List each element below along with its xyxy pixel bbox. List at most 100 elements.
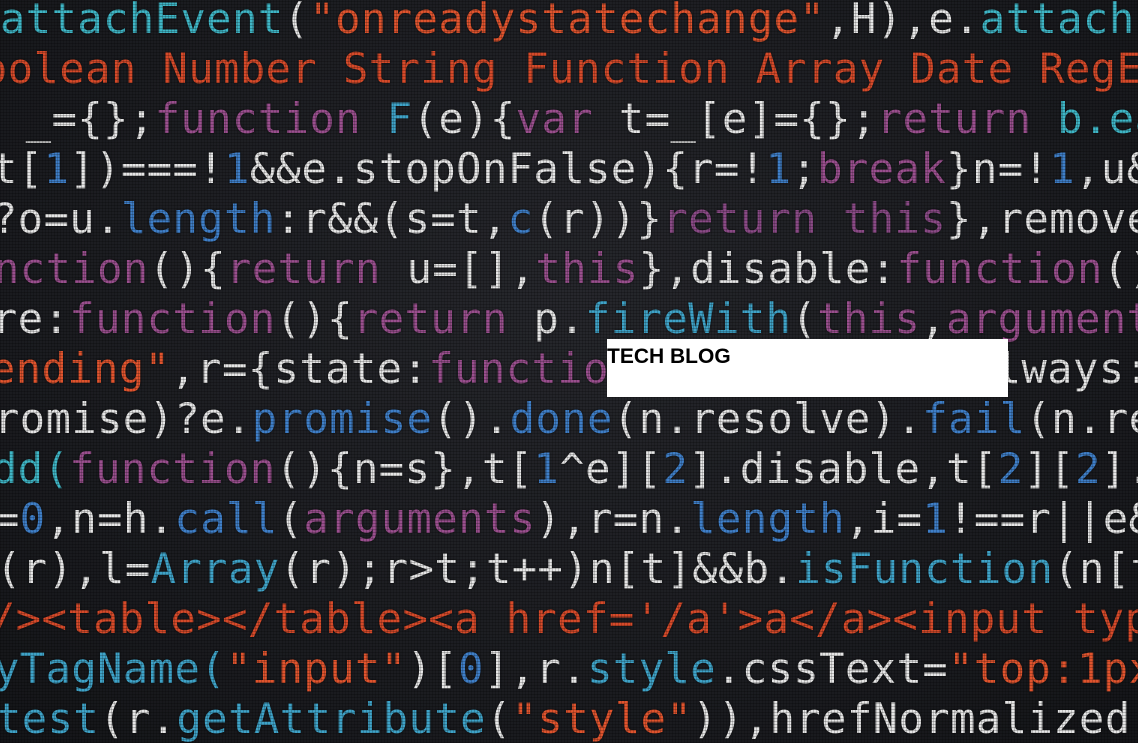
code-token: (e){	[412, 94, 516, 143]
code-token: 2	[997, 444, 1024, 493]
code-token: ,r={state:	[170, 344, 429, 393]
code-token: (){	[148, 244, 227, 293]
code-token: return	[353, 294, 534, 343]
code-token: t[	[0, 144, 44, 193]
code-line: attachEvent("onreadystatechange",H),e.at…	[0, 0, 1138, 44]
code-token: "input"	[226, 644, 407, 693]
code-token: .cssText=	[716, 644, 949, 693]
code-token: function	[69, 294, 276, 343]
code-token: "style"	[511, 694, 693, 743]
code-token: 2	[662, 444, 689, 493]
code-token: ,n=h.	[45, 494, 175, 543]
code-token: )),hrefNormalized:	[692, 694, 1138, 743]
code-token: (r);r>t;t++)n[t]&&b.	[279, 544, 796, 593]
code-line: dd(function(){n=s},t[1^e][2].disable,t[2…	[0, 444, 1138, 494]
code-token: },disable:	[638, 244, 897, 293]
code-token: arguments	[303, 494, 536, 543]
code-token: done	[509, 394, 613, 443]
code-token: function	[896, 244, 1103, 293]
code-token: ,H),e.	[825, 0, 980, 43]
code-line: yTagName("input")[0],r.style.cssText="to…	[0, 644, 1138, 694]
code-token: :r&&(s=t,	[275, 194, 508, 243]
code-token: ,i=	[845, 494, 923, 543]
code-line: /><table></table><a href='/a'>a</a><inpu…	[0, 594, 1138, 644]
code-token: 1	[224, 144, 250, 193]
code-token: ?o=u.	[0, 194, 121, 243]
code-token: F	[386, 94, 413, 143]
code-token: nction	[0, 244, 149, 293]
code-token: var	[515, 94, 619, 143]
code-token: ].disable,t[	[688, 444, 998, 493]
code-token: (n[t	[1053, 544, 1138, 593]
code-line: romise)?e.promise().done(n.resolve).fail…	[0, 394, 1138, 444]
code-token: style	[587, 644, 717, 693]
code-token: function	[428, 344, 635, 393]
code-token: "onreadystatechange"	[309, 0, 826, 43]
code-token: test	[0, 694, 100, 743]
code-token: ()-	[1102, 244, 1138, 293]
code-token: _={};	[0, 94, 155, 143]
code-token: return	[876, 94, 1058, 143]
code-line: re:function(){return p.fireWith(this,arg…	[0, 294, 1138, 344]
code-token: =	[0, 494, 20, 543]
code-token: (r),l=	[0, 544, 151, 593]
code-token: romise)?e.	[0, 394, 252, 443]
code-token: return this	[662, 194, 947, 243]
code-token: ][	[1023, 444, 1076, 493]
code-token: 1	[1049, 144, 1076, 193]
code-token: 1	[765, 144, 792, 193]
code-token: /><table></table><a href='/a'>a</a><inpu…	[0, 594, 1138, 643]
code-line: test(r.getAttribute("style")),hrefNormal…	[0, 694, 1138, 743]
code-token: length	[120, 194, 276, 243]
code-token: ^e][	[559, 444, 663, 493]
code-line: (r),l=Array(r);r>t;t++)n[t]&&b.isFunctio…	[0, 544, 1138, 594]
code-line: =0,n=h.call(arguments),r=n.length,i=1!==…	[0, 494, 1138, 544]
code-token: attachEvent	[0, 0, 284, 43]
code-token: )[	[406, 644, 459, 693]
code-token: ().	[432, 394, 510, 443]
code-token: 2	[1075, 444, 1101, 493]
code-token: p.	[533, 294, 586, 343]
code-token: }n=!	[946, 144, 1050, 193]
code-token: length	[690, 494, 845, 543]
code-token: ,u&&	[1075, 144, 1138, 193]
code-token: yTagName(	[0, 644, 227, 693]
code-token: call	[174, 494, 278, 543]
code-token: ].	[1100, 444, 1138, 493]
code-token: ],r.	[483, 644, 588, 693]
code-token: fail	[922, 394, 1026, 443]
code-token: t=_[e]={};	[618, 94, 877, 143]
code-token: ending"	[0, 344, 171, 393]
code-token: (){	[275, 294, 354, 343]
code-token: 1	[922, 494, 949, 543]
code-token: dd(	[0, 444, 70, 493]
code-token: 0	[458, 644, 484, 693]
code-token: 1	[43, 144, 70, 193]
code-token: &&e.stopOnFalse){r=!	[249, 144, 766, 193]
code-token: ])===!	[69, 144, 225, 193]
code-token: },remove	[946, 194, 1138, 243]
code-token: (	[283, 0, 310, 43]
code-token: c	[507, 194, 534, 243]
code-token: 1	[533, 444, 560, 493]
code-token: arguments	[946, 294, 1138, 343]
code-token: getAttribute	[176, 694, 486, 743]
page-title: TECH BLOG	[607, 345, 731, 368]
code-line: oolean Number String Function Array Date…	[0, 44, 1138, 94]
code-token: promise	[251, 394, 433, 443]
code-token: (	[485, 694, 512, 743]
code-token: ),r=n.	[535, 494, 691, 543]
code-token: re:	[0, 294, 70, 343]
code-line: _={};function F(e){var t=_[e]={};return …	[0, 94, 1138, 144]
code-token: (){n=s},t[	[275, 444, 534, 493]
code-token: ;	[791, 144, 818, 193]
code-token: fireWith	[585, 294, 792, 343]
code-token: "top:1px	[948, 644, 1138, 693]
code-token: (	[791, 294, 818, 343]
code-token: b.ea	[1057, 94, 1138, 143]
code-token: (r.	[99, 694, 177, 743]
code-line: ?o=u.length:r&&(s=t,c(r))}return this},r…	[0, 194, 1138, 244]
code-token: break	[817, 144, 947, 193]
code-line: nction(){return u=[],this},disable:funct…	[0, 244, 1138, 294]
code-token: oolean Number String Function Array Date…	[0, 44, 1138, 93]
